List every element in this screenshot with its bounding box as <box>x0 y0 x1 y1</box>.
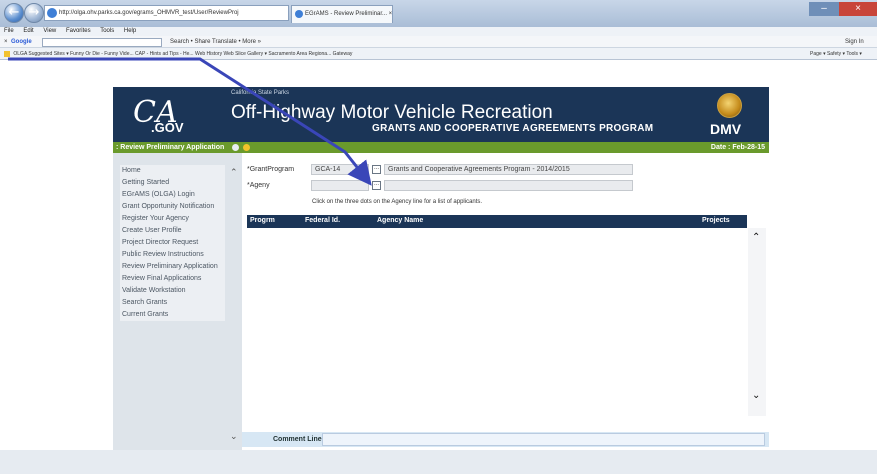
close-window-button[interactable]: × <box>839 2 877 16</box>
ie-icon <box>295 10 303 18</box>
column-federal-id[interactable]: Federal Id. <box>305 217 340 224</box>
agency-name-field[interactable] <box>384 180 633 191</box>
comment-row: Comment Line: <box>242 432 769 447</box>
grant-program-code-field[interactable]: GCA-14 <box>311 164 369 175</box>
menu-tools[interactable]: Tools <box>100 28 114 34</box>
nav-grant-opportunity[interactable]: Grant Opportunity Notification <box>120 201 225 213</box>
menu-favorites[interactable]: Favorites <box>66 28 91 34</box>
favorites-links[interactable]: OLGA Suggested Sites ▾ Funny Or Die - Fu… <box>13 51 352 57</box>
grid-scrollbar[interactable]: ⌃ ⌄ <box>748 228 766 416</box>
agency-code-field[interactable] <box>311 180 369 191</box>
banner-program: GRANTS AND COOPERATIVE AGREEMENTS PROGRA… <box>372 123 654 134</box>
column-program[interactable]: Progrm <box>250 217 275 224</box>
google-tools[interactable]: Search • Share Translate • More » <box>170 36 261 48</box>
favorites-star-icon[interactable] <box>4 50 10 57</box>
nav-register-agency[interactable]: Register Your Agency <box>120 213 225 225</box>
address-bar[interactable]: http://olga.ohv.parks.ca.gov/egrams_OHMV… <box>44 5 289 21</box>
agency-hint-text: Click on the three dots on the Agency li… <box>312 199 483 205</box>
column-projects[interactable]: Projects <box>702 217 730 224</box>
banner-subtitle: California State Parks <box>231 90 290 96</box>
banner-title: Off-Highway Motor Vehicle Recreation <box>231 102 553 123</box>
ca-gov-logo-suffix: .GOV <box>151 120 184 135</box>
grant-program-lookup-button[interactable]: ... <box>372 165 381 174</box>
comment-field[interactable] <box>322 433 765 446</box>
grid-scroll-down-icon[interactable]: ⌄ <box>752 390 760 401</box>
page-title-bar: : Review Preliminary Application Date : … <box>113 142 769 153</box>
column-agency-name[interactable]: Agency Name <box>377 217 423 224</box>
menu-help[interactable]: Help <box>124 28 136 34</box>
state-seal-icon <box>717 93 742 118</box>
help-icon[interactable] <box>232 143 240 151</box>
grant-program-name-field[interactable]: Grants and Cooperative Agreements Progra… <box>384 164 633 175</box>
site-banner: CA .GOV California State Parks Off-Highw… <box>113 87 769 142</box>
nav-getting-started[interactable]: Getting Started <box>120 177 225 189</box>
sign-in-link[interactable]: Sign In <box>845 36 864 48</box>
page-date: Date : Feb-28-15 <box>710 144 765 151</box>
browser-status-area <box>0 450 877 474</box>
nav-review-final-applications[interactable]: Review Final Applications <box>120 273 225 285</box>
favorites-bar: OLGA Suggested Sites ▾ Funny Or Die - Fu… <box>0 48 877 60</box>
ie-icon <box>47 8 57 18</box>
agency-label: *Ageny <box>247 182 270 189</box>
browser-tab[interactable]: EGrAMS - Review Preliminar... × <box>291 5 393 23</box>
google-toolbar: × Google Search • Share Translate • More… <box>0 36 877 48</box>
grid-scroll-up-icon[interactable]: ⌃ <box>752 232 760 243</box>
applicants-grid-header: Progrm Federal Id. Agency Name Projects <box>247 215 747 228</box>
close-toolbar-icon[interactable]: × <box>4 36 8 48</box>
nav-egrams-login[interactable]: EGrAMS (OLGA) Login <box>120 189 225 201</box>
page-title: : Review Preliminary Application <box>116 144 225 151</box>
menu-file[interactable]: File <box>4 28 14 34</box>
main-panel: *GrantProgram GCA-14 ... Grants and Coop… <box>242 153 769 450</box>
minimize-button[interactable]: – <box>809 2 839 16</box>
agency-lookup-button[interactable]: ... <box>372 181 381 190</box>
browser-titlebar: ← → http://olga.ohv.parks.ca.gov/egrams_… <box>0 0 877 27</box>
info-icon[interactable] <box>243 143 251 151</box>
nav-list: Home Getting Started EGrAMS (OLGA) Login… <box>120 165 225 321</box>
menu-edit[interactable]: Edit <box>23 28 33 34</box>
nav-scroll-down-icon[interactable]: ⌄ <box>230 431 238 442</box>
nav-review-preliminary-application[interactable]: Review Preliminary Application <box>120 261 225 273</box>
ie-command-tools[interactable]: Page ▾ Safety ▾ Tools ▾ <box>810 48 862 59</box>
dmv-logo: DMV <box>710 121 742 137</box>
grant-program-label: *GrantProgram <box>247 166 295 173</box>
applicants-grid-body <box>247 228 747 416</box>
nav-project-director-request[interactable]: Project Director Request <box>120 237 225 249</box>
forward-button[interactable]: → <box>24 3 44 23</box>
nav-current-grants[interactable]: Current Grants <box>120 309 225 321</box>
comment-label: Comment Line: <box>273 436 324 443</box>
back-button[interactable]: ← <box>4 3 24 23</box>
menu-bar: File Edit View Favorites Tools Help <box>0 27 877 36</box>
nav-scroll-up-icon[interactable]: ⌃ <box>230 167 238 178</box>
nav-home[interactable]: Home <box>120 165 225 177</box>
address-text: http://olga.ohv.parks.ca.gov/egrams_OHMV… <box>59 10 239 16</box>
google-search-input[interactable] <box>42 38 162 47</box>
nav-search-grants[interactable]: Search Grants <box>120 297 225 309</box>
menu-view[interactable]: View <box>43 28 56 34</box>
nav-validate-workstation[interactable]: Validate Workstation <box>120 285 225 297</box>
left-navigation-panel: Home Getting Started EGrAMS (OLGA) Login… <box>113 153 242 450</box>
nav-public-review-instructions[interactable]: Public Review Instructions <box>120 249 225 261</box>
tab-title: EGrAMS - Review Preliminar... × <box>305 11 393 17</box>
nav-create-user-profile[interactable]: Create User Profile <box>120 225 225 237</box>
google-label: Google <box>11 39 32 45</box>
